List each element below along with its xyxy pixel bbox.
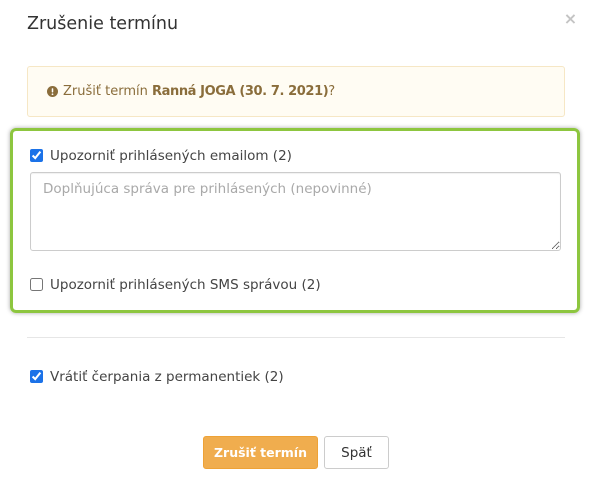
cancel-event-modal: Zrušenie termínu × Zrušiť termín Ranná J…	[0, 0, 591, 496]
refund-passes-checkbox[interactable]	[30, 370, 43, 383]
alert-event-name: Ranná JOGA (30. 7. 2021)	[151, 84, 329, 99]
exclamation-circle-icon	[47, 86, 58, 97]
alert-text: Zrušiť termín Ranná JOGA (30. 7. 2021)?	[63, 84, 335, 99]
confirm-cancel-button[interactable]: Zrušiť termín	[203, 436, 318, 469]
close-button[interactable]: ×	[561, 9, 580, 29]
back-button[interactable]: Späť	[324, 436, 389, 469]
notify-message-textarea[interactable]	[30, 172, 561, 251]
notify-email-checkbox[interactable]	[30, 149, 43, 162]
refund-passes-label: Vrátiť čerpania z permanentiek (2)	[50, 368, 284, 385]
notify-attendees-section: Upozorniť prihlásených emailom (2) Upozo…	[10, 128, 580, 313]
notify-sms-checkbox[interactable]	[30, 278, 43, 291]
notify-sms-option[interactable]: Upozorniť prihlásených SMS správou (2)	[30, 276, 321, 293]
notify-email-label: Upozorniť prihlásených emailom (2)	[50, 147, 292, 164]
notify-sms-label: Upozorniť prihlásených SMS správou (2)	[50, 276, 321, 293]
alert-suffix: ?	[328, 84, 336, 99]
notify-email-option[interactable]: Upozorniť prihlásených emailom (2)	[30, 147, 292, 164]
alert-prefix: Zrušiť termín	[63, 84, 148, 99]
cancel-confirmation-alert: Zrušiť termín Ranná JOGA (30. 7. 2021)?	[27, 66, 565, 117]
close-icon: ×	[563, 9, 578, 28]
modal-title: Zrušenie termínu	[27, 14, 179, 34]
section-divider	[27, 337, 565, 338]
refund-passes-option[interactable]: Vrátiť čerpania z permanentiek (2)	[30, 368, 284, 385]
